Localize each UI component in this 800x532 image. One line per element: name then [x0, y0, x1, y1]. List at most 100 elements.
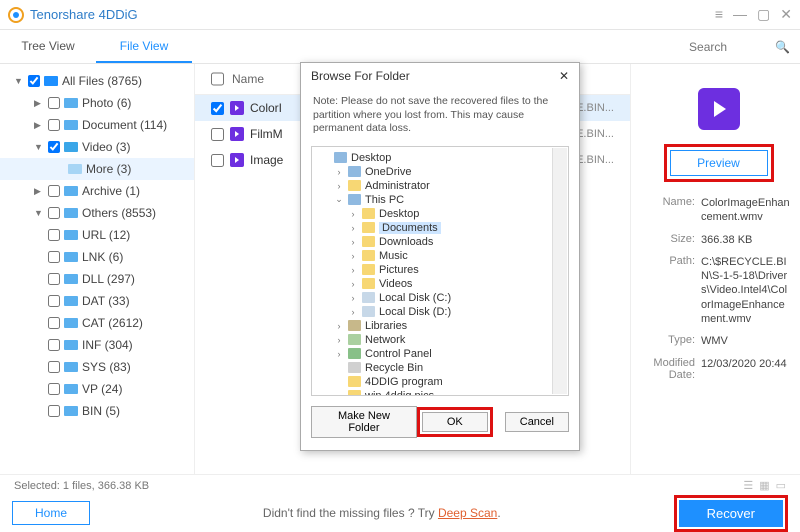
ft-admin[interactable]: ›Administrator [314, 179, 566, 193]
tree-inf[interactable]: INF (304) [0, 334, 194, 356]
check-others[interactable] [48, 207, 60, 219]
tree-archive[interactable]: ▶Archive (1) [0, 180, 194, 202]
folder-icon [64, 120, 78, 130]
recover-button[interactable]: Recover [679, 500, 783, 527]
close-icon[interactable]: ✕ [780, 6, 792, 23]
ft-network[interactable]: ›Network [314, 333, 566, 347]
tree-dat[interactable]: DAT (33) [0, 290, 194, 312]
ft-folder-4ddig[interactable]: 4DDIG program [314, 375, 566, 389]
folder-icon [64, 252, 78, 262]
check-cat[interactable] [48, 317, 60, 329]
tree-cat[interactable]: CAT (2612) [0, 312, 194, 334]
row-check[interactable] [211, 154, 224, 167]
minimize-icon[interactable]: — [733, 6, 747, 23]
libraries-icon [348, 320, 361, 331]
tree-dll[interactable]: DLL (297) [0, 268, 194, 290]
ok-highlight: OK [417, 407, 493, 437]
check-vp[interactable] [48, 383, 60, 395]
check-lnk[interactable] [48, 251, 60, 263]
check-video[interactable] [48, 141, 60, 153]
ft-folder-pics[interactable]: win 4ddig pics [314, 389, 566, 396]
check-inf[interactable] [48, 339, 60, 351]
search-icon[interactable]: 🔍 [775, 40, 790, 54]
folder-icon [362, 222, 375, 233]
network-icon [348, 334, 361, 345]
ft-music[interactable]: ›Music [314, 249, 566, 263]
check-url[interactable] [48, 229, 60, 241]
ft-recyclebin[interactable]: Recycle Bin [314, 361, 566, 375]
app-title: Tenorshare 4DDiG [30, 7, 138, 22]
search-box[interactable]: 🔍 [640, 40, 790, 54]
selection-status: Selected: 1 files, 366.38 KB [14, 480, 149, 492]
tree-url[interactable]: URL (12) [0, 224, 194, 246]
tree-more[interactable]: More (3) [0, 158, 194, 180]
ok-button[interactable]: OK [422, 412, 488, 432]
dialog-titlebar: Browse For Folder ✕ [301, 63, 579, 89]
home-button[interactable]: Home [12, 501, 90, 525]
menu-icon[interactable]: ≡ [715, 6, 723, 23]
tree-document[interactable]: ▶Document (114) [0, 114, 194, 136]
folder-icon [64, 98, 78, 108]
row-check[interactable] [211, 128, 224, 141]
tree-bin[interactable]: BIN (5) [0, 400, 194, 422]
value-type: WMV [701, 334, 790, 348]
ft-onedrive[interactable]: ›OneDrive [314, 165, 566, 179]
grid-view-icon[interactable]: ▦ [759, 479, 769, 492]
folder-icon [44, 76, 58, 86]
check-bin[interactable] [48, 405, 60, 417]
status-bar: Selected: 1 files, 366.38 KB ☰ ▦ ▭ [0, 474, 800, 496]
file-type-icon [698, 88, 740, 130]
ft-libraries[interactable]: ›Libraries [314, 319, 566, 333]
ft-videos[interactable]: ›Videos [314, 277, 566, 291]
recover-highlight: Recover [674, 495, 788, 532]
footer: Home Didn't find the missing files ? Try… [0, 496, 800, 530]
tree-video[interactable]: ▼Video (3) [0, 136, 194, 158]
ft-documents[interactable]: ›Documents [314, 221, 566, 235]
folder-tree[interactable]: Desktop ›OneDrive ›Administrator ⌄This P… [311, 146, 569, 396]
tree-photo[interactable]: ▶Photo (6) [0, 92, 194, 114]
check-dat[interactable] [48, 295, 60, 307]
ft-desktop2[interactable]: ›Desktop [314, 207, 566, 221]
check-all-list[interactable] [211, 72, 224, 86]
tree-sys[interactable]: SYS (83) [0, 356, 194, 378]
preview-button[interactable]: Preview [670, 150, 768, 176]
tab-row: Tree View File View 🔍 [0, 30, 800, 64]
view-toggles: ☰ ▦ ▭ [743, 479, 786, 492]
ft-controlpanel[interactable]: ›Control Panel [314, 347, 566, 361]
label-size: Size: [647, 233, 701, 245]
check-sys[interactable] [48, 361, 60, 373]
ft-pictures[interactable]: ›Pictures [314, 263, 566, 277]
tree-vp[interactable]: VP (24) [0, 378, 194, 400]
deep-scan-hint: Didn't find the missing files ? Try Deep… [263, 506, 501, 520]
tab-tree-view[interactable]: Tree View [0, 31, 96, 63]
check-all[interactable] [28, 75, 40, 87]
check-document[interactable] [48, 119, 60, 131]
tab-file-view[interactable]: File View [96, 31, 192, 63]
folder-icon [64, 208, 78, 218]
maximize-icon[interactable]: ▢ [757, 6, 770, 23]
deep-scan-link[interactable]: Deep Scan [438, 506, 497, 520]
check-photo[interactable] [48, 97, 60, 109]
tree-lnk[interactable]: LNK (6) [0, 246, 194, 268]
tree-all-files[interactable]: ▼All Files (8765) [0, 70, 194, 92]
list-view-icon[interactable]: ☰ [743, 479, 753, 492]
row-check[interactable] [211, 102, 224, 115]
ft-drive-c[interactable]: ›Local Disk (C:) [314, 291, 566, 305]
large-view-icon[interactable]: ▭ [776, 479, 786, 492]
tree-others[interactable]: ▼Others (8553) [0, 202, 194, 224]
folder-icon [362, 236, 375, 247]
cancel-button[interactable]: Cancel [505, 412, 569, 432]
value-path: C:\$RECYCLE.BIN\S-1-5-18\Drivers\Video.I… [701, 255, 790, 326]
ft-drive-d[interactable]: ›Local Disk (D:) [314, 305, 566, 319]
check-archive[interactable] [48, 185, 60, 197]
title-bar: Tenorshare 4DDiG ≡ — ▢ ✕ [0, 0, 800, 30]
ft-thispc[interactable]: ⌄This PC [314, 193, 566, 207]
ft-downloads[interactable]: ›Downloads [314, 235, 566, 249]
dialog-close-icon[interactable]: ✕ [559, 69, 569, 83]
ft-desktop[interactable]: Desktop [314, 151, 566, 165]
search-input[interactable] [689, 40, 769, 54]
check-dll[interactable] [48, 273, 60, 285]
folder-icon [64, 406, 78, 416]
onedrive-icon [348, 166, 361, 177]
make-new-folder-button[interactable]: Make New Folder [311, 406, 417, 438]
